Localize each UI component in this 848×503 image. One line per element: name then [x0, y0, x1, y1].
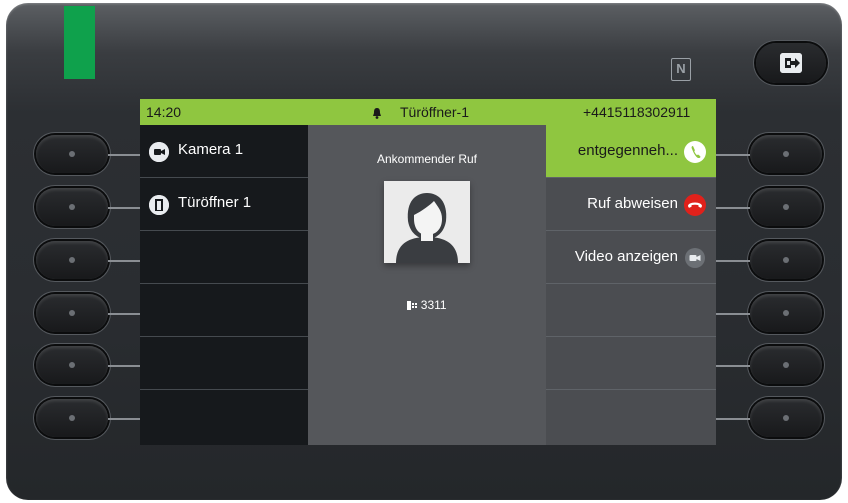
left-key-2[interactable]: [36, 188, 108, 226]
status-bar: 14:20 Türöffner-1 +4415118302911: [140, 99, 716, 125]
phone-display: 14:20 Türöffner-1 +4415118302911 Kamera …: [140, 99, 716, 445]
phone-extension-icon: [407, 299, 418, 310]
key-connector: [108, 260, 140, 262]
call-extension-number: 3311: [420, 298, 447, 312]
video-camera-icon: [684, 247, 706, 269]
status-led: [64, 6, 95, 79]
key-connector: [108, 365, 140, 367]
key-connector: [716, 313, 750, 315]
call-title: Ankommender Ruf: [376, 152, 478, 166]
right-menu-item-label: entgegenneh...: [577, 142, 678, 159]
exit-icon: [780, 53, 802, 73]
left-menu-item-label: Türöffner 1: [178, 194, 252, 211]
exit-button[interactable]: [756, 43, 826, 83]
left-menu-item-door-opener[interactable]: Türöffner 1: [140, 178, 308, 231]
key-connector: [108, 154, 140, 156]
left-menu-item-label: Kamera 1: [178, 141, 244, 158]
answer-call-button[interactable]: entgegenneh...: [546, 125, 716, 178]
left-menu-item-empty[interactable]: [140, 284, 308, 337]
phone-answer-icon: [684, 141, 706, 163]
left-key-5[interactable]: [36, 346, 108, 384]
left-menu: Kamera 1 Türöffner 1: [140, 125, 308, 445]
status-caller: Türöffner-1: [400, 104, 469, 120]
right-menu: entgegenneh... Ruf abweisen Video anzeig…: [546, 125, 716, 445]
key-connector: [108, 418, 140, 420]
right-menu-item-empty[interactable]: [546, 390, 716, 443]
key-connector: [716, 154, 750, 156]
key-connector: [716, 207, 750, 209]
right-key-6[interactable]: [750, 399, 822, 437]
phone-hangup-icon: [684, 194, 706, 216]
right-key-2[interactable]: [750, 188, 822, 226]
right-menu-item-empty[interactable]: [546, 284, 716, 337]
key-connector: [716, 418, 750, 420]
video-camera-icon: [149, 142, 169, 162]
key-connector: [108, 313, 140, 315]
status-time: 14:20: [146, 104, 182, 120]
key-connector: [108, 207, 140, 209]
left-key-4[interactable]: [36, 294, 108, 332]
left-key-1[interactable]: [36, 135, 108, 173]
left-menu-item-empty[interactable]: [140, 337, 308, 390]
right-key-3[interactable]: [750, 241, 822, 279]
person-avatar-icon: [384, 181, 470, 263]
left-menu-item-empty[interactable]: [140, 231, 308, 284]
left-key-6[interactable]: [36, 399, 108, 437]
bell-icon: [372, 106, 382, 119]
key-connector: [716, 365, 750, 367]
call-panel: Ankommender Ruf 3311: [308, 125, 546, 445]
nfc-icon: N: [671, 58, 691, 81]
key-connector: [716, 260, 750, 262]
reject-call-button[interactable]: Ruf abweisen: [546, 178, 716, 231]
right-key-1[interactable]: [750, 135, 822, 173]
right-menu-item-empty[interactable]: [546, 337, 716, 390]
door-icon: [149, 195, 169, 215]
status-number: +4415118302911: [583, 104, 691, 120]
left-key-3[interactable]: [36, 241, 108, 279]
right-key-5[interactable]: [750, 346, 822, 384]
left-menu-item-camera[interactable]: Kamera 1: [140, 125, 308, 178]
call-extension: 3311: [308, 298, 546, 312]
left-menu-item-empty[interactable]: [140, 390, 308, 443]
right-menu-item-label: Ruf abweisen: [587, 195, 678, 212]
show-video-button[interactable]: Video anzeigen: [546, 231, 716, 284]
right-key-4[interactable]: [750, 294, 822, 332]
right-menu-item-label: Video anzeigen: [574, 248, 678, 265]
